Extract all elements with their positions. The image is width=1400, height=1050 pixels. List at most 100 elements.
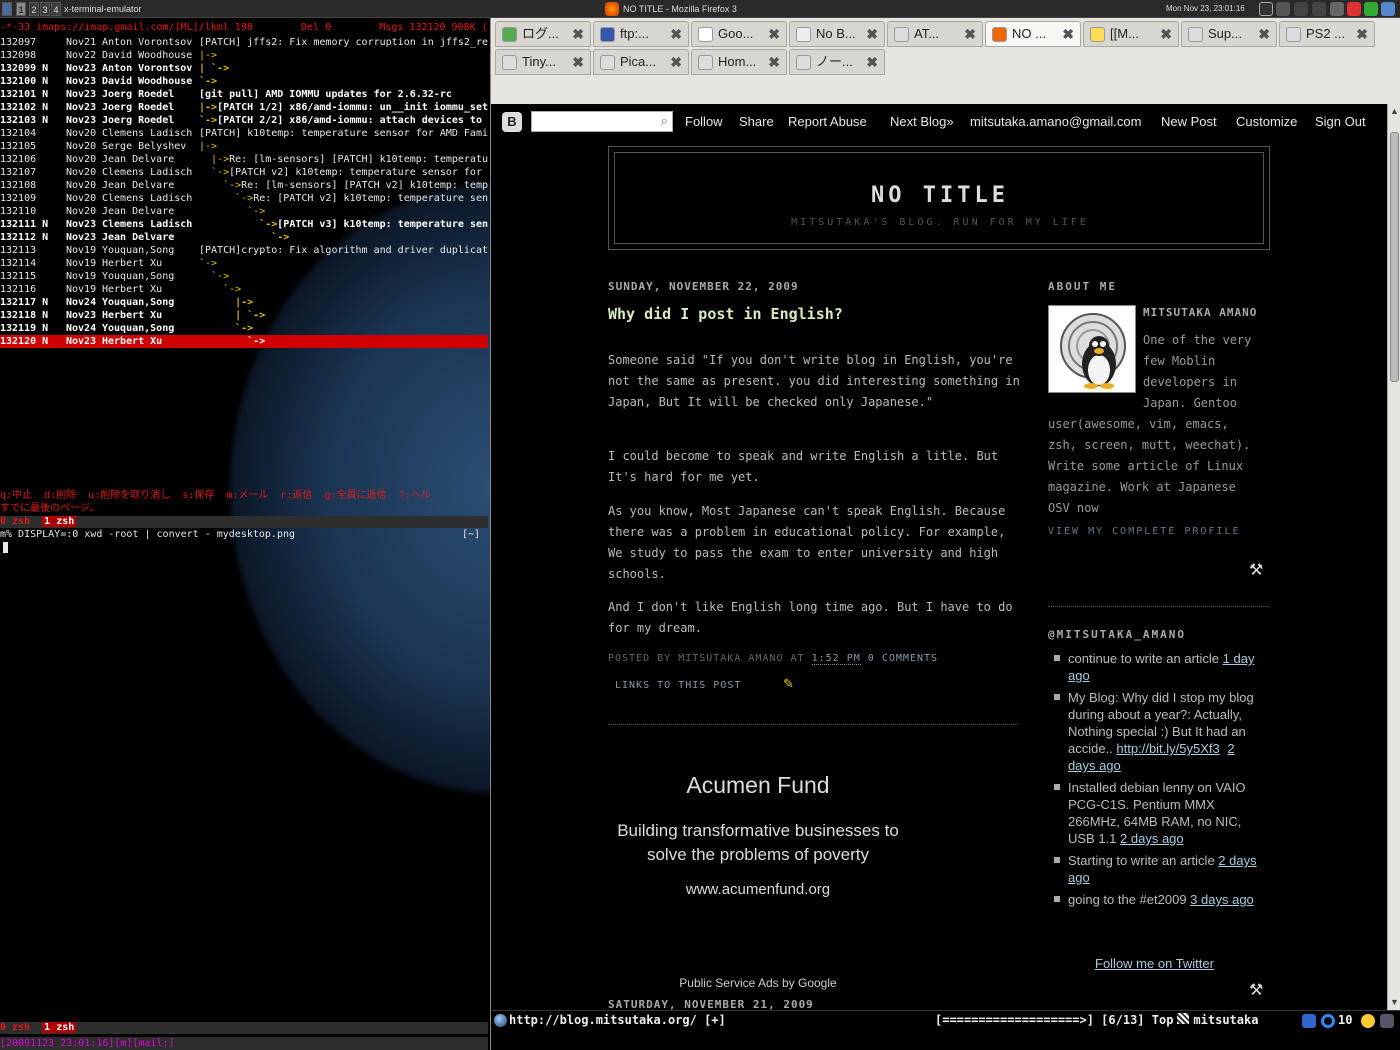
mail-row[interactable]: 132106 Nov20 Jean Delvare |->Re: [lm-sens…	[0, 153, 488, 166]
mail-row[interactable]: 132107 Nov20 Clemens Ladisch `->[PATCH v2…	[0, 166, 488, 179]
screen-window-other-bottom[interactable]: 1 zsh	[42, 1022, 77, 1033]
mail-row[interactable]: 132113 Nov19 Youquan,Song [PATCH]crypto: F…	[0, 244, 488, 257]
workspace-2[interactable]: 2	[29, 2, 39, 16]
browser-tab[interactable]: ftp:... ✖	[593, 21, 689, 47]
battery-icon[interactable]	[1330, 2, 1344, 16]
navbar-report-abuse[interactable]: Report Abuse	[788, 114, 867, 129]
close-tab-icon[interactable]: ✖	[1062, 22, 1074, 46]
close-tab-icon[interactable]: ✖	[768, 22, 780, 46]
close-tab-icon[interactable]: ✖	[572, 22, 584, 46]
close-tab-icon[interactable]: ✖	[866, 50, 878, 74]
scroll-down-arrow-icon[interactable]: ▼	[1390, 997, 1399, 1007]
mail-row[interactable]: 132120 N Nov23 Herbert Xu `->	[0, 335, 488, 348]
tweet-time-link[interactable]: 2 days ago	[1120, 831, 1184, 846]
notification-icon[interactable]	[1347, 2, 1361, 16]
mail-row[interactable]: 132118 N Nov23 Herbert Xu | `->	[0, 309, 488, 322]
close-tab-icon[interactable]: ✖	[964, 22, 976, 46]
navbar-follow[interactable]: Follow	[685, 114, 723, 129]
terminal-window-title[interactable]: x-terminal-emulator	[64, 2, 142, 16]
browser-tab[interactable]: NO ... ✖	[985, 21, 1081, 47]
network-icon[interactable]	[1276, 2, 1290, 16]
ad-url[interactable]: www.acumenfund.org	[608, 881, 908, 898]
mail-row[interactable]: 132116 Nov19 Herbert Xu `->	[0, 283, 488, 296]
browser-tab[interactable]: Hom... ✖	[691, 49, 787, 75]
close-tab-icon[interactable]: ✖	[768, 50, 780, 74]
mail-row[interactable]: 132108 Nov20 Jean Delvare `->Re: [lm-sens…	[0, 179, 488, 192]
browser-tab[interactable]: ログ... ✖	[495, 21, 591, 47]
mail-row[interactable]: 132112 N Nov23 Jean Delvare `->	[0, 231, 488, 244]
close-tab-icon[interactable]: ✖	[1356, 22, 1368, 46]
ad-block[interactable]: Acumen Fund Building transformative busi…	[608, 772, 908, 898]
workspace-1[interactable]: 1	[16, 2, 26, 16]
mail-row[interactable]: 132098 Nov22 David Woodhouse |->	[0, 49, 488, 62]
close-tab-icon[interactable]: ✖	[670, 50, 682, 74]
mail-row[interactable]: 132102 N Nov23 Joerg Roedel |->[PATCH 1/2] …	[0, 101, 488, 114]
terminal-window[interactable]: -*-33 imaps://imap.gmail.com/[ML]/lkml 1…	[0, 18, 490, 1050]
mail-row[interactable]: 132101 N Nov23 Joerg Roedel [git pull] AMD …	[0, 88, 488, 101]
follow-on-twitter-link[interactable]: Follow me on Twitter	[1095, 956, 1214, 971]
mail-row[interactable]: 132115 Nov19 Youquan,Song `->	[0, 270, 488, 283]
mail-row[interactable]: 132099 N Nov23 Anton Vorontsov | `->	[0, 62, 488, 75]
edit-pencil-icon[interactable]: ✎	[783, 676, 794, 692]
ad-title[interactable]: Acumen Fund	[608, 772, 908, 799]
browser-tab[interactable]: Pica... ✖	[593, 49, 689, 75]
volume-icon[interactable]	[1294, 2, 1308, 16]
blog-title[interactable]: NO TITLE	[615, 183, 1265, 208]
mail-row[interactable]: 132117 N Nov24 Youquan,Song |->	[0, 296, 488, 309]
mail-row[interactable]: 132110 Nov20 Jean Delvare `->	[0, 205, 488, 218]
browser-tab[interactable]: Goo... ✖	[691, 21, 787, 47]
browser-tab[interactable]: No B... ✖	[789, 21, 885, 47]
screen-window-other[interactable]: 1 zsh	[42, 516, 77, 527]
blogger-logo-icon[interactable]: B	[502, 112, 522, 132]
shell-prompt[interactable]: m% DISPLAY=:0 xwd -root | convert - myde…	[0, 528, 488, 541]
screen-window-current-bottom[interactable]: 0 zsh	[0, 1022, 30, 1033]
tweet-time-link[interactable]: 3 days ago	[1190, 892, 1254, 907]
mail-row[interactable]: 132104 Nov20 Clemens Ladisch [PATCH] k10te…	[0, 127, 488, 140]
screen-window-current[interactable]: 0 zsh	[0, 516, 30, 527]
tweet-url[interactable]: http://bit.ly/5y5Xf3	[1116, 741, 1219, 756]
mail-row[interactable]: 132119 N Nov24 Youquan,Song `->	[0, 322, 488, 335]
navbar-email[interactable]: mitsutaka.amano@gmail.com	[970, 114, 1141, 129]
vimperator-icon[interactable]	[1302, 1014, 1316, 1028]
browser-tab[interactable]: Tiny... ✖	[495, 49, 591, 75]
launcher-icon[interactable]	[2, 2, 12, 16]
post-title[interactable]: Why did I post in English?	[608, 305, 843, 323]
close-tab-icon[interactable]: ✖	[572, 50, 584, 74]
update-icon[interactable]	[1364, 2, 1378, 16]
mail-row[interactable]: 132097 Nov21 Anton Vorontsov [PATCH] jffs2…	[0, 36, 488, 49]
scroll-up-arrow-icon[interactable]: ▲	[1390, 106, 1399, 116]
comments-link[interactable]: 0 COMMENTS	[868, 653, 938, 664]
psa-by-google[interactable]: Public Service Ads by Google	[608, 976, 908, 990]
close-tab-icon[interactable]: ✖	[670, 22, 682, 46]
widget-edit-icon[interactable]: ⚒	[1249, 560, 1263, 580]
mail-row[interactable]: 132100 N Nov23 David Woodhouse `->	[0, 75, 488, 88]
layout-icon[interactable]	[1259, 2, 1273, 16]
vertical-scrollbar[interactable]: ▲ ▼	[1387, 104, 1400, 1010]
view-profile-link[interactable]: VIEW MY COMPLETE PROFILE	[1048, 526, 1241, 537]
mail-row[interactable]: 132111 N Nov23 Clemens Ladisch `->[PATCH v…	[0, 218, 488, 231]
navbar-sign-out[interactable]: Sign Out	[1315, 114, 1366, 129]
mail-row[interactable]: 132105 Nov20 Serge Belyshev |->	[0, 140, 488, 153]
workspace-4[interactable]: 4	[51, 2, 61, 16]
blog-content[interactable]: NO TITLE MITSUTAKA'S BLOG. RUN FOR MY LI…	[491, 140, 1387, 1010]
bluetooth-icon[interactable]	[1381, 2, 1395, 16]
navbar-next-blog[interactable]: Next Blog»	[890, 114, 954, 129]
navbar-customize[interactable]: Customize	[1236, 114, 1297, 129]
firefox-window-title[interactable]: NO TITLE - Mozilla Firefox 3	[623, 2, 737, 16]
close-tab-icon[interactable]: ✖	[1258, 22, 1270, 46]
smiley-icon[interactable]	[1361, 1014, 1375, 1028]
mail-row[interactable]: 132109 Nov20 Clemens Ladisch `->Re: [PATC…	[0, 192, 488, 205]
profile-name[interactable]: MITSUTAKA AMANO	[1143, 306, 1257, 319]
blog-search-input[interactable]: ⌕	[531, 111, 673, 132]
links-to-post[interactable]: LINKS TO THIS POST	[615, 680, 741, 691]
workspace-3[interactable]: 3	[40, 2, 50, 16]
search-icon[interactable]: ⌕	[661, 113, 668, 129]
browser-tab[interactable]: Sup... ✖	[1181, 21, 1277, 47]
close-tab-icon[interactable]: ✖	[866, 22, 878, 46]
signal-icon[interactable]	[1312, 2, 1326, 16]
navbar-new-post[interactable]: New Post	[1161, 114, 1217, 129]
mail-row[interactable]: 132103 N Nov23 Joerg Roedel `->[PATCH 2/2] …	[0, 114, 488, 127]
widget-edit-icon[interactable]: ⚒	[1249, 980, 1263, 1000]
post-time-link[interactable]: 1:52 PM	[811, 653, 861, 665]
browser-tab[interactable]: PS2 ... ✖	[1279, 21, 1375, 47]
